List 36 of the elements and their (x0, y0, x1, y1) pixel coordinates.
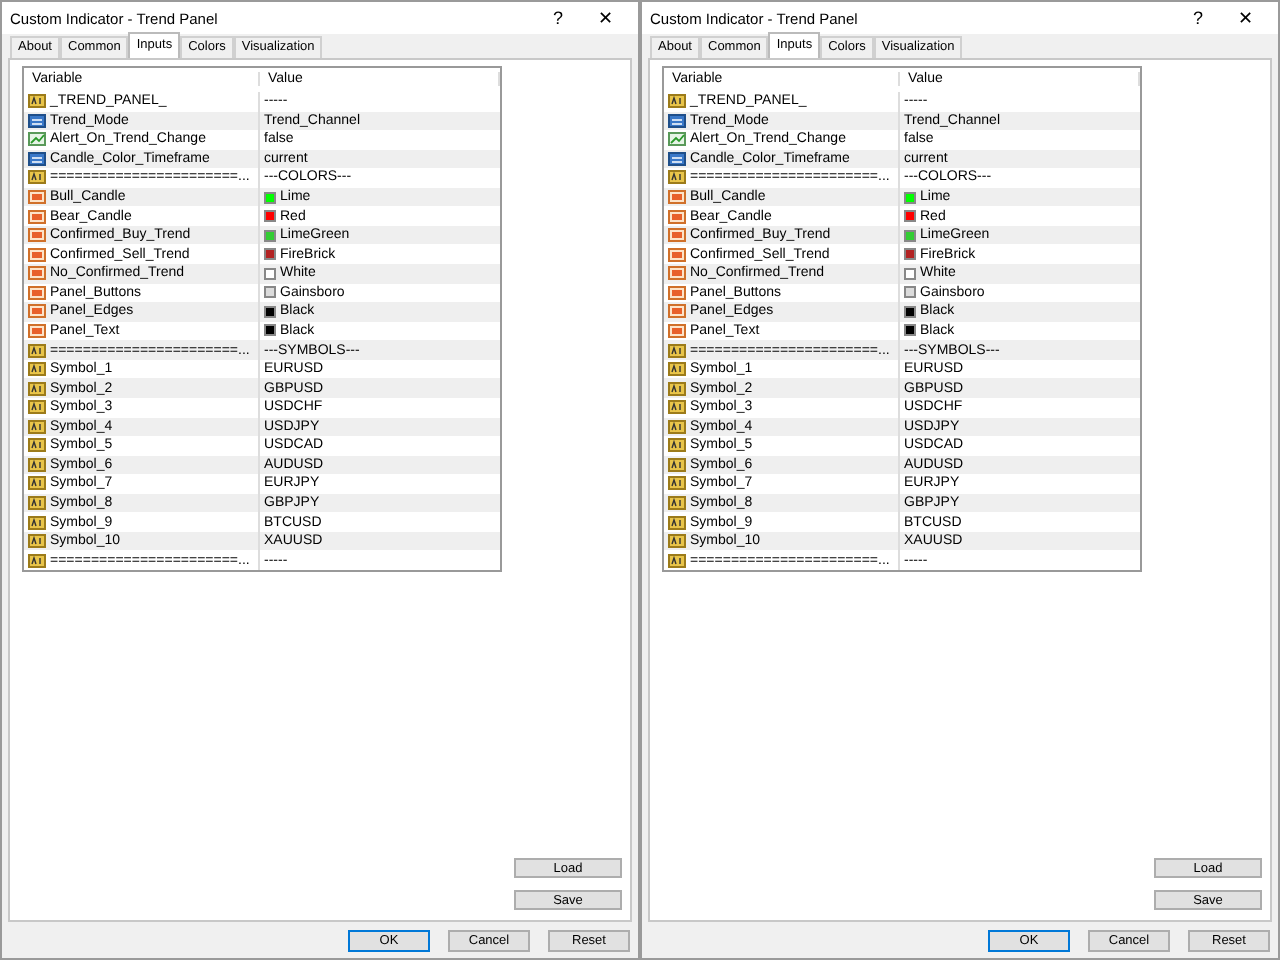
text-icon (668, 534, 686, 549)
text-icon (28, 381, 46, 396)
text-icon (28, 553, 46, 568)
text-icon (28, 496, 46, 511)
text-icon (28, 419, 46, 434)
text-icon (668, 515, 686, 530)
text-icon (668, 438, 686, 453)
list-icon (28, 113, 46, 128)
text-icon (28, 94, 46, 109)
text-icon (668, 381, 686, 396)
list-icon (668, 151, 686, 166)
text-icon (28, 534, 46, 549)
text-icon (28, 400, 46, 415)
text-icon (668, 170, 686, 185)
text-icon (668, 457, 686, 472)
text-icon (668, 419, 686, 434)
text-icon (28, 170, 46, 185)
text-icon (668, 496, 686, 511)
close-button[interactable]: ✕ (582, 8, 630, 28)
text-icon (28, 476, 46, 491)
text-icon (28, 343, 46, 358)
help-button[interactable]: ? (534, 8, 582, 28)
text-icon (668, 476, 686, 491)
text-icon (668, 362, 686, 377)
text-icon (28, 438, 46, 453)
text-icon (28, 515, 46, 530)
help-button[interactable]: ? (1174, 8, 1222, 28)
close-button[interactable]: ✕ (1222, 8, 1270, 28)
text-icon (28, 362, 46, 377)
text-icon (668, 400, 686, 415)
text-icon (28, 457, 46, 472)
text-icon (668, 94, 686, 109)
text-icon (668, 343, 686, 358)
list-icon (28, 151, 46, 166)
text-icon (668, 553, 686, 568)
list-icon (668, 113, 686, 128)
